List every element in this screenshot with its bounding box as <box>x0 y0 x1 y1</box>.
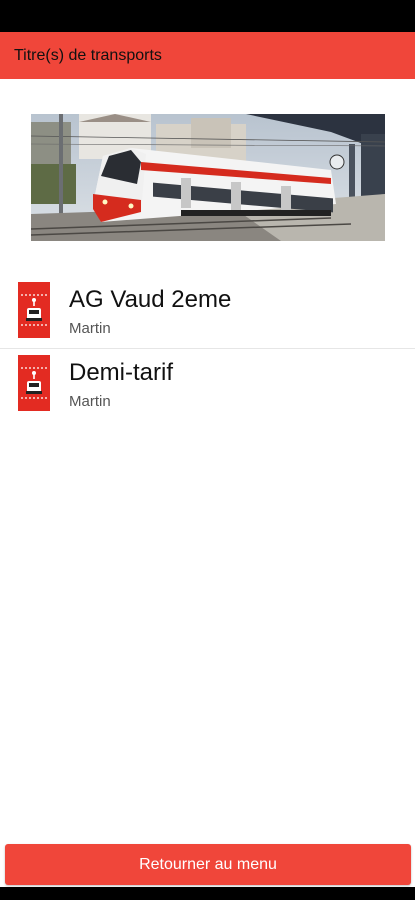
ticket-item-ag-vaud[interactable]: AG Vaud 2eme Martin <box>0 276 415 348</box>
train-ticket-icon <box>18 282 50 338</box>
train-photo <box>31 114 385 241</box>
page-title: Titre(s) de transports <box>14 46 162 64</box>
back-to-menu-button[interactable]: Retourner au menu <box>5 844 411 885</box>
ticket-list: AG Vaud 2eme Martin Demi-tarif Martin <box>0 276 415 420</box>
ticket-owner: Martin <box>69 393 111 410</box>
train-ticket-icon <box>18 355 50 411</box>
ticket-owner: Martin <box>69 320 111 337</box>
ticket-name: Demi-tarif <box>69 359 174 386</box>
back-to-menu-label: Retourner au menu <box>139 855 277 873</box>
app-bar: Titre(s) de transports <box>0 32 415 79</box>
ticket-item-demi-tarif[interactable]: Demi-tarif Martin <box>0 348 415 420</box>
status-bar <box>0 0 415 32</box>
navigation-bar <box>0 887 415 900</box>
ticket-name: AG Vaud 2eme <box>69 286 232 313</box>
train-illustration <box>31 114 385 241</box>
